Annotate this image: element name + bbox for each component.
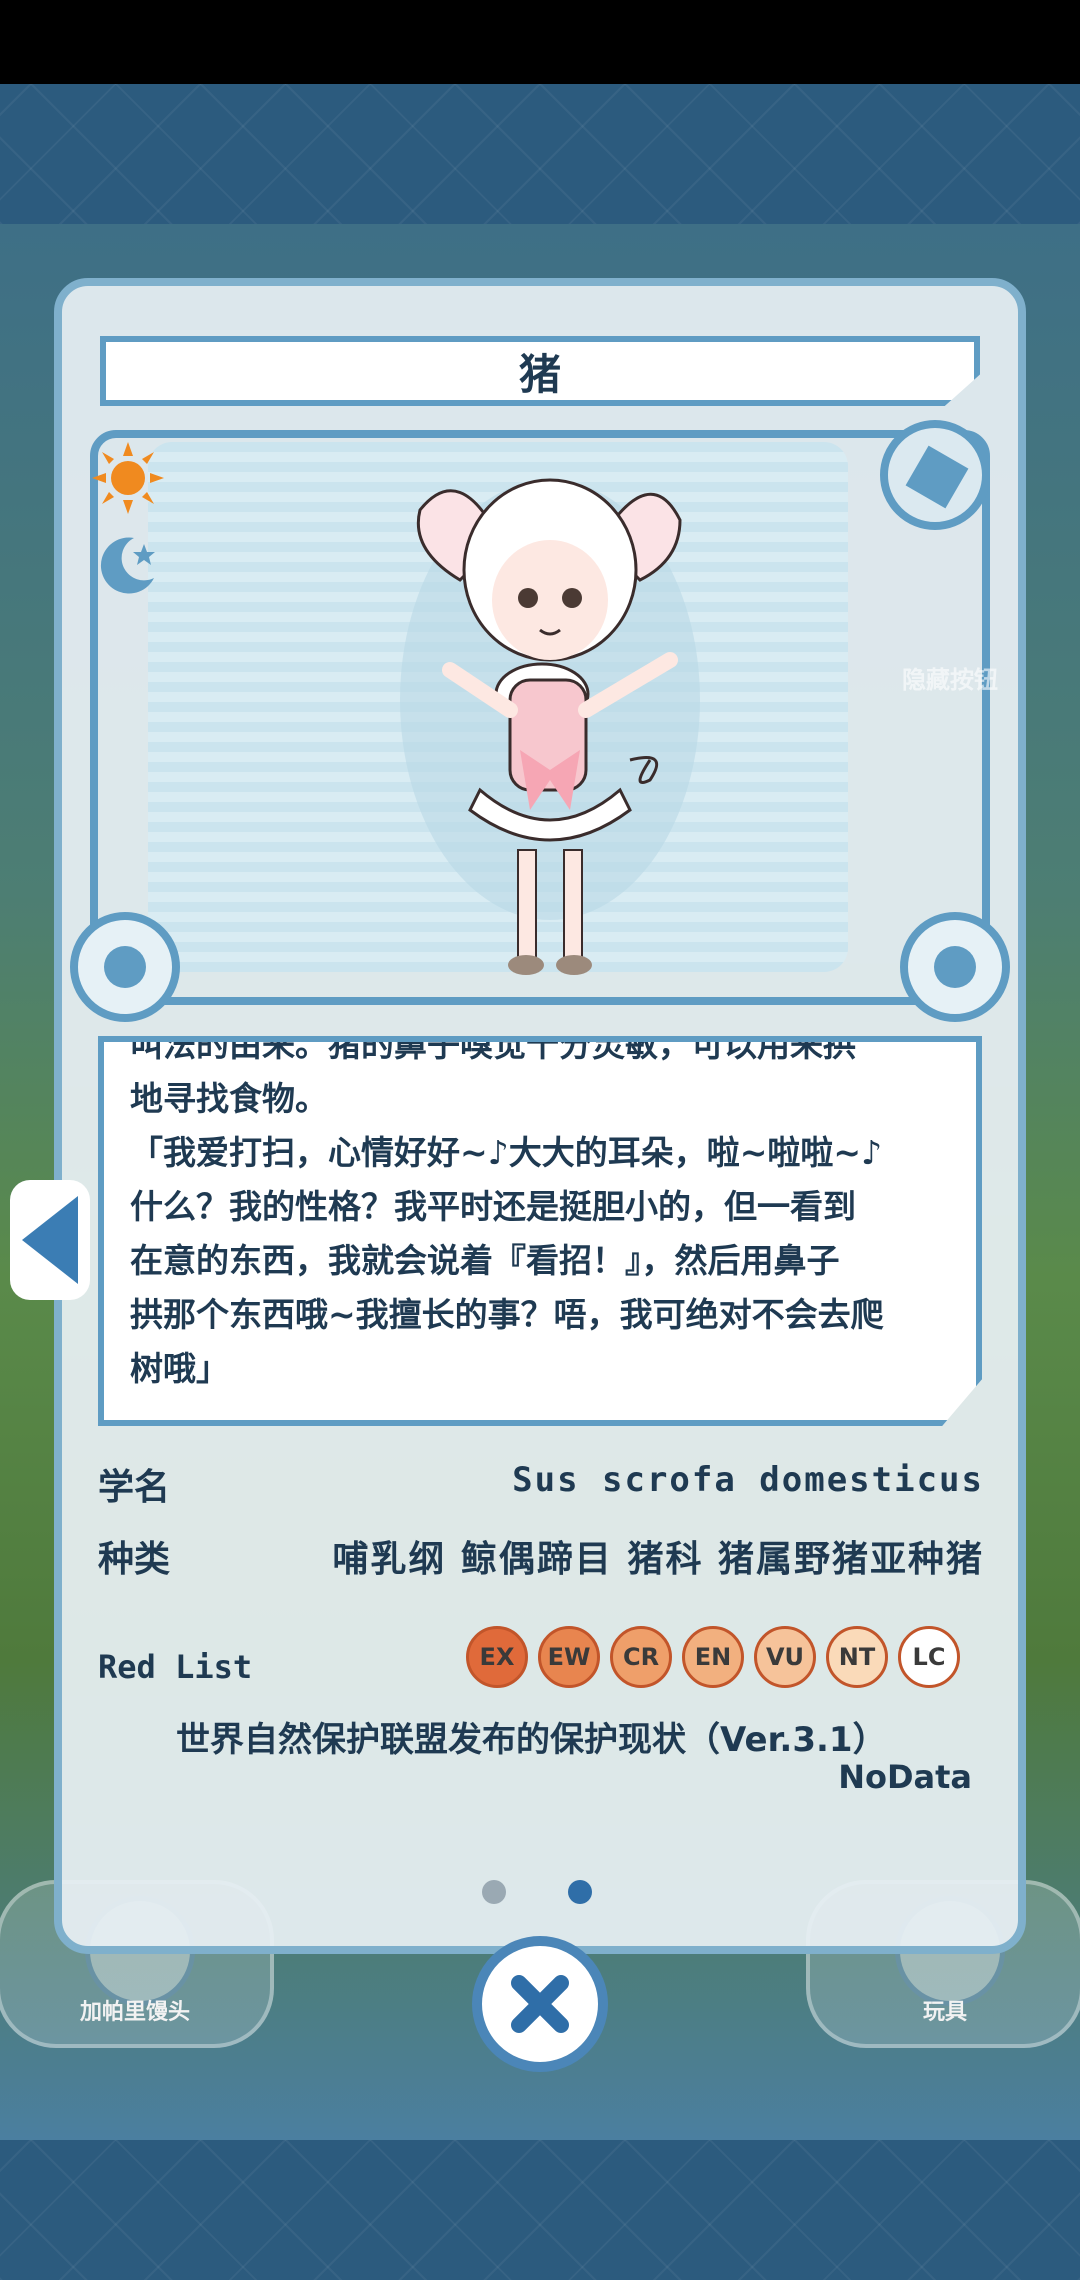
- scientific-name-label: 学名: [98, 1467, 171, 1508]
- red-list-status: NoData: [838, 1758, 972, 1796]
- red-list-source: 世界自然保护联盟发布的保护现状（Ver.3.1）: [176, 1720, 887, 1760]
- sun-icon[interactable]: [90, 440, 166, 516]
- page-dot-1[interactable]: [482, 1880, 506, 1904]
- page-dot-2[interactable]: [568, 1880, 592, 1904]
- scientific-name-value: Sus scrofa domesticus: [512, 1460, 984, 1500]
- status-bar: [0, 0, 1080, 84]
- japari-bun-label: 加帕里馒头: [79, 2000, 190, 2025]
- moon-icon[interactable]: [94, 530, 162, 598]
- previous-button[interactable]: [10, 1180, 90, 1300]
- classification-value: 哺乳纲 鲸偶蹄目 猪科 猪属野猪亚种猪: [332, 1539, 984, 1580]
- red-list-badge-lc: LC: [898, 1626, 960, 1688]
- left-arrow-icon: [22, 1196, 78, 1284]
- red-list-badge-vu: VU: [754, 1626, 816, 1688]
- red-list-badge-en: EN: [682, 1626, 744, 1688]
- diamond-icon: [905, 445, 969, 509]
- toy-label: 玩具: [922, 2000, 967, 2025]
- background-pattern-bottom: [0, 2140, 1080, 2280]
- hide-buttons-label: 隐藏按钮: [902, 666, 998, 694]
- close-button[interactable]: [472, 1936, 608, 2072]
- paw-right-icon: [900, 912, 1010, 1022]
- hide-buttons-icon[interactable]: [880, 420, 990, 530]
- friend-name: 猪: [518, 349, 561, 399]
- classification-label: 种类: [98, 1539, 171, 1580]
- description-box: 叫法的由来。猪的鼻子嗅觉十分灵敏，可以用来拱 地寻找食物。 「我爱打扫，心情好好…: [98, 1036, 982, 1426]
- page-indicator: [482, 1880, 602, 1904]
- paw-left-icon: [70, 912, 180, 1022]
- background-pattern-top: [0, 84, 1080, 224]
- red-list-badge-nt: NT: [826, 1626, 888, 1688]
- red-list-badge-ex: EX: [466, 1626, 528, 1688]
- red-list-badge-ew: EW: [538, 1626, 600, 1688]
- red-list-badges: EX EW CR EN VU NT LC: [466, 1626, 986, 1692]
- red-list-badge-cr: CR: [610, 1626, 672, 1688]
- close-icon: [511, 1975, 569, 2033]
- description-text: 叫法的由来。猪的鼻子嗅觉十分灵敏，可以用来拱 地寻找食物。 「我爱打扫，心情好好…: [130, 1036, 884, 1388]
- friend-sprite: [400, 478, 700, 975]
- red-list-label: Red List: [98, 1648, 253, 1686]
